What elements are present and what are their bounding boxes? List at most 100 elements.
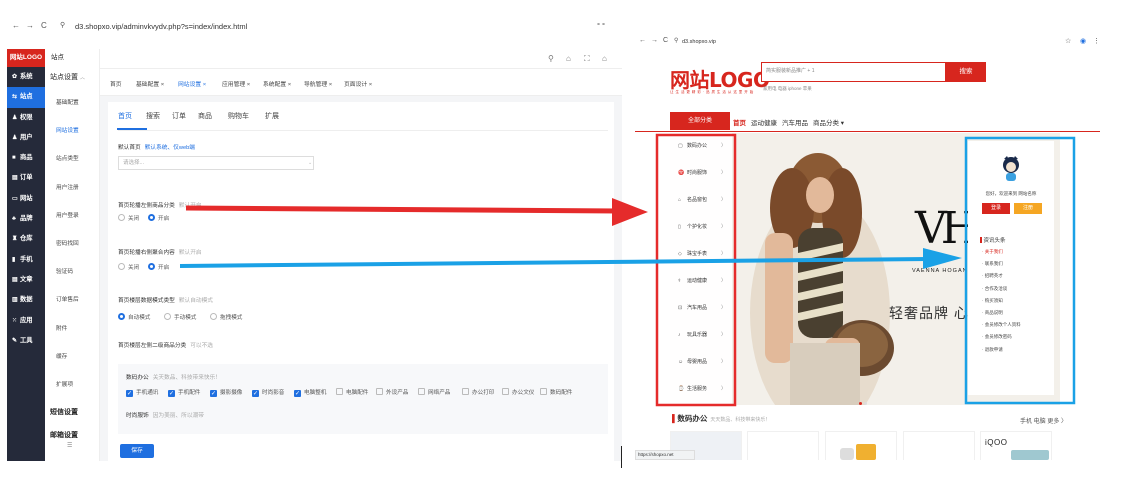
page-tab[interactable]: 商品 (198, 111, 212, 121)
category-checkbox[interactable]: 电脑配件 (336, 388, 368, 396)
sidebar-item-8[interactable]: ♜ 仓库 (7, 229, 45, 249)
sidebar-item-13[interactable]: ✎ 工具 (7, 331, 45, 351)
news-item[interactable]: · 会员修改个人资料 (982, 322, 1021, 334)
shop-search-button[interactable]: 搜索 (946, 62, 986, 82)
category-item[interactable]: ☺ 母婴用品 〉 (670, 349, 732, 376)
sidebar-item-11[interactable]: ▥ 数据 (7, 290, 45, 310)
nav-item[interactable]: 运动健康 (751, 120, 777, 127)
sidebar-item-12[interactable]: ⁙ 应用 (7, 311, 45, 331)
subnav-item[interactable]: 扩展项 (45, 371, 99, 399)
floor-mode-radio[interactable]: 自动模式 (118, 313, 150, 321)
category-item[interactable]: ♪ 玩具乐器 〉 (670, 322, 732, 349)
category-checkbox[interactable]: ✓ 手机通讯 (126, 388, 158, 397)
sidebar-item-5[interactable]: ▤ 订单 (7, 168, 45, 188)
admin-url[interactable]: d3.shopxo.vip/adminvkvydv.php?s=index/in… (75, 22, 247, 31)
category-checkbox[interactable]: 办公打印 (462, 388, 494, 396)
category-checkbox[interactable]: ✓ 时尚影音 (252, 388, 284, 397)
right-aggregate-off-radio[interactable]: 关闭 (118, 263, 139, 271)
page-tab[interactable]: 购物车 (228, 111, 249, 121)
category-item[interactable]: ⌚ 生活服务 〉 (670, 376, 732, 403)
all-categories-button[interactable]: 全部分类 (670, 112, 730, 130)
subnav-item[interactable]: 附件 (45, 315, 99, 343)
page-tab[interactable]: 扩展 (265, 111, 279, 121)
subnav-item[interactable]: 基础配置 (45, 89, 99, 117)
tab-item[interactable]: 基础配置 × (136, 79, 164, 88)
sidebar-item-10[interactable]: ▤ 文章 (7, 270, 45, 290)
category-checkbox[interactable]: ✓ 手机配件 (168, 388, 200, 397)
category-item[interactable]: ♈ 时尚服饰 〉 (670, 160, 732, 187)
news-item[interactable]: · 合作及洽谈 (982, 286, 1021, 298)
category-checkbox[interactable]: 外设产品 (376, 388, 408, 396)
right-aggregate-on-radio[interactable]: 开启 (148, 263, 169, 271)
bookmark-star-icon[interactable]: ☆ (1065, 37, 1071, 45)
sidebar-item-6[interactable]: ▭ 网站 (7, 189, 45, 209)
nav-item[interactable]: 汽车用品 (782, 120, 808, 127)
category-checkbox[interactable]: ✓ 电脑整机 (294, 388, 326, 397)
news-item[interactable]: · 商品说明 (982, 310, 1021, 322)
page-tab[interactable]: 搜索 (146, 111, 160, 121)
subnav-item[interactable]: 密码找回 (45, 230, 99, 258)
subnav-item[interactable]: 站点类型 (45, 145, 99, 173)
forward-icon[interactable]: → (651, 37, 658, 44)
subnav-item[interactable]: 缓存 (45, 343, 99, 371)
default-home-select[interactable]: 请选择... (118, 156, 314, 170)
news-item[interactable]: · 购买须知 (982, 298, 1021, 310)
menu-dots-icon[interactable]: ⋮ (1093, 37, 1100, 45)
sidebar-item-0[interactable]: ✿ 系统 (7, 67, 45, 87)
sidebar-item-2[interactable]: ♟ 权限 (7, 108, 45, 128)
product-card[interactable] (825, 431, 897, 460)
help-icon[interactable]: ⚲ (548, 54, 554, 63)
page-tab[interactable]: 首页 (118, 111, 132, 121)
news-item[interactable]: · 招聘英才 (982, 273, 1021, 285)
news-item[interactable]: · 退款申请 (982, 347, 1021, 359)
category-item[interactable]: ▢ 数码办公 〉 (670, 133, 732, 160)
shop-logo[interactable]: 网站LOGO (670, 64, 770, 93)
home-icon[interactable]: ⌂ (602, 54, 607, 63)
subnav-item[interactable]: 用户注册 (45, 174, 99, 202)
category-checkbox[interactable]: ✓ 摄影摄像 (210, 388, 242, 397)
tab-item[interactable]: 导航管理 × (304, 79, 332, 88)
subnav-item[interactable]: 用户登录 (45, 202, 99, 230)
left-category-on-radio[interactable]: 开启 (148, 214, 169, 222)
sidebar-item-1[interactable]: ⇆ 站点 (7, 87, 45, 108)
collapse-icon[interactable]: ☰ (67, 442, 72, 449)
shop-search-input[interactable]: 简实服装新品推广 + 1 (761, 62, 946, 82)
fullscreen-icon[interactable]: ⛶ (584, 54, 590, 64)
reload-icon[interactable]: C (663, 37, 668, 44)
news-item[interactable]: · 关于我们 (982, 249, 1021, 261)
nav-item[interactable]: 商品分类 ▾ (813, 120, 844, 127)
category-item[interactable]: ⌂ 名品窗包 〉 (670, 187, 732, 214)
category-item[interactable]: ⊡ 汽车用品 〉 (670, 295, 732, 322)
shop-url[interactable]: d3.shopxo.vip (682, 39, 716, 45)
news-item[interactable]: · 会员修改密码 (982, 334, 1021, 346)
subnav-group-sms[interactable]: 短信设置 (45, 399, 99, 427)
register-button[interactable]: 注册 (1014, 203, 1042, 214)
nav-item[interactable]: 首页 (733, 120, 746, 127)
tab-item[interactable]: 首页 (110, 79, 122, 88)
sidebar-item-9[interactable]: ▮ 手机 (7, 250, 45, 270)
subnav-item[interactable]: 订单售后 (45, 286, 99, 314)
category-item[interactable]: ▯ 个护化妆 〉 (670, 214, 732, 241)
subnav-item[interactable]: 验证码 (45, 258, 99, 286)
back-icon[interactable]: ← (639, 37, 646, 44)
section-links[interactable]: 手机 电脑 更多 〉 (1020, 416, 1067, 425)
floor-mode-radio[interactable]: 拖拽模式 (210, 313, 242, 321)
trash-icon[interactable]: ⌂ (566, 54, 571, 63)
category-item[interactable]: ⚕ 运动健康 〉 (670, 268, 732, 295)
page-tab[interactable]: 订单 (172, 111, 186, 121)
product-card[interactable] (903, 431, 975, 460)
site-settings-icon[interactable]: ⚲ (674, 37, 678, 44)
floor-mode-radio[interactable]: 手动模式 (164, 313, 196, 321)
category-item[interactable]: ◇ 珠宝手表 〉 (670, 241, 732, 268)
reload-icon[interactable]: C (41, 21, 47, 30)
category-checkbox[interactable]: 网络产品 (418, 388, 450, 396)
site-settings-icon[interactable]: ⚲ (60, 21, 65, 29)
sidebar-item-7[interactable]: ♣ 品牌 (7, 209, 45, 229)
tab-item[interactable]: 页面设计 × (344, 79, 372, 88)
login-button[interactable]: 登录 (982, 203, 1010, 214)
save-button[interactable]: 保存 (120, 444, 154, 458)
sidebar-item-4[interactable]: ■ 商品 (7, 148, 45, 168)
news-item[interactable]: · 联系我们 (982, 261, 1021, 273)
category-checkbox[interactable]: 办公文仪 (502, 388, 534, 396)
left-category-off-radio[interactable]: 关闭 (118, 214, 139, 222)
